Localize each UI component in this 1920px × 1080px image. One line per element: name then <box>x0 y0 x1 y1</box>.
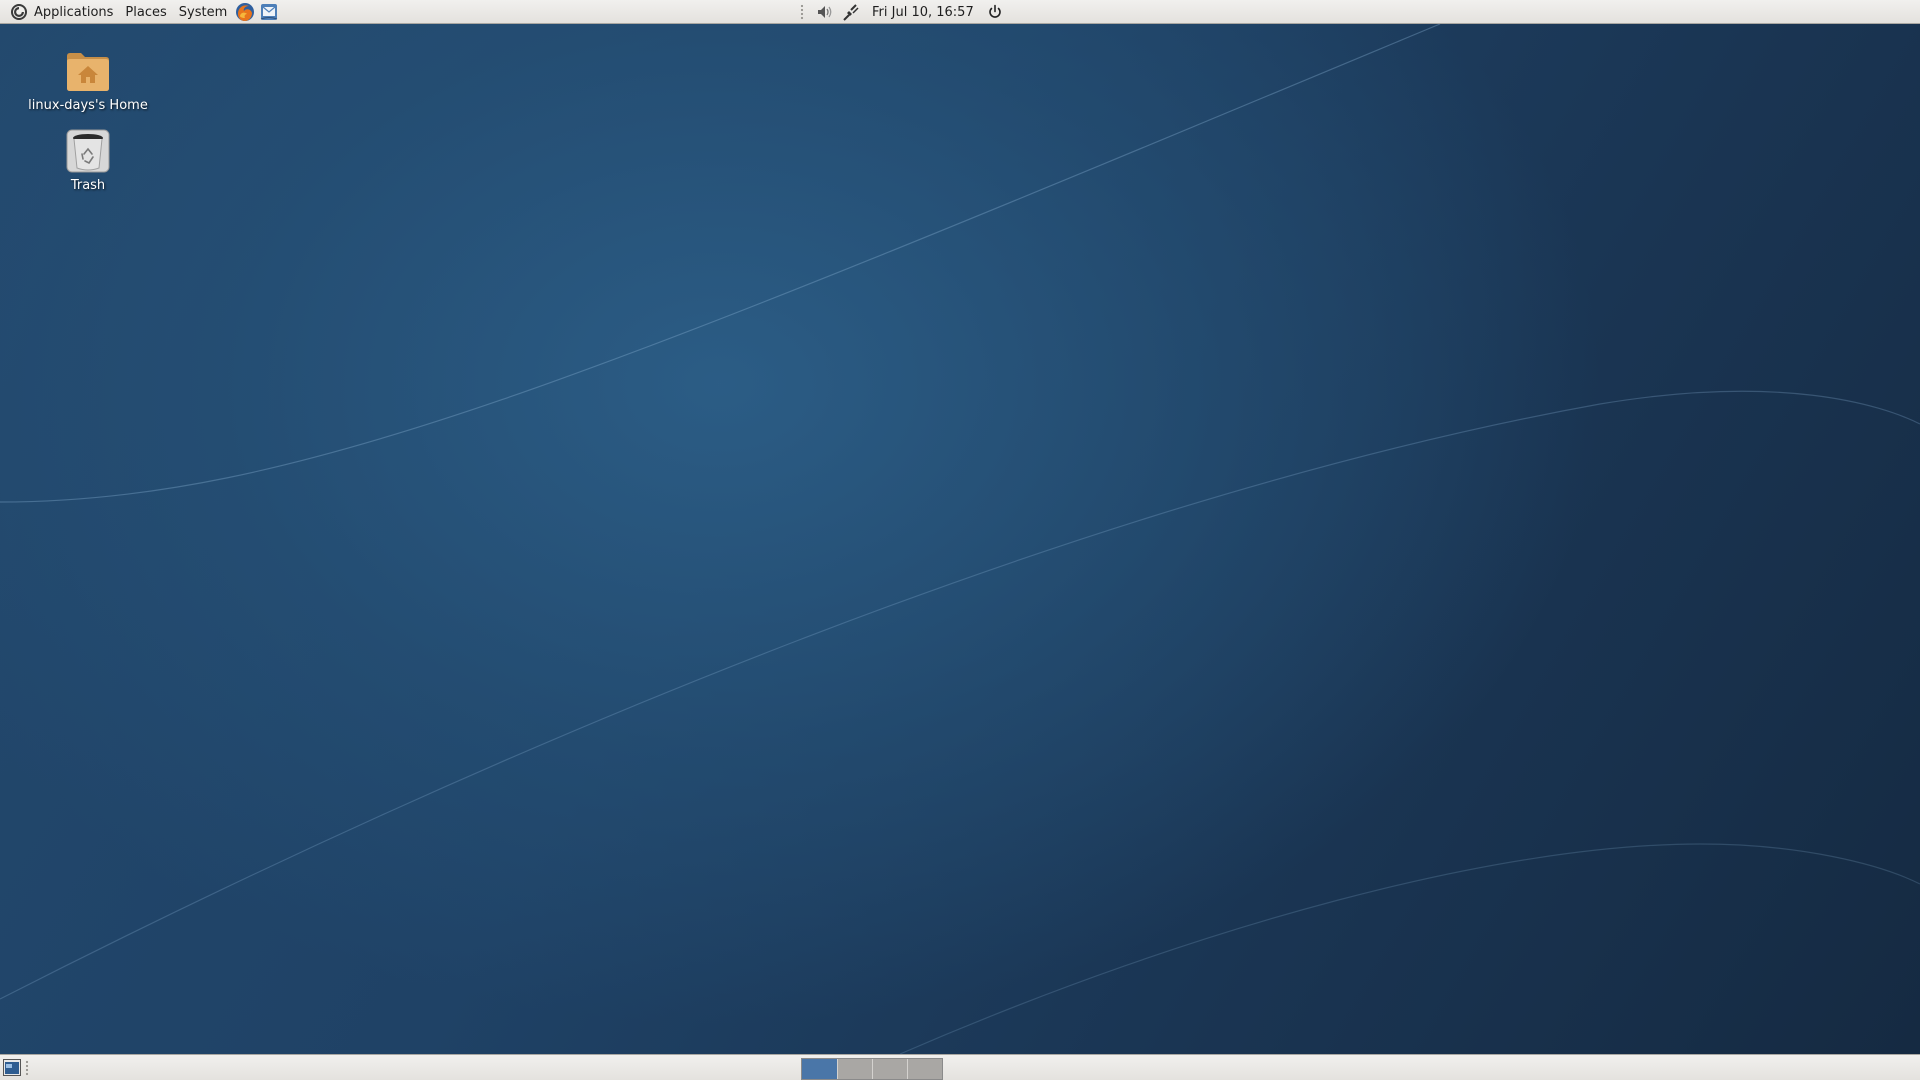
desktop-background[interactable]: linux-days's Home Trash <box>0 24 1920 1054</box>
workspace-2[interactable] <box>837 1059 872 1079</box>
mail-client-icon[interactable] <box>259 2 279 22</box>
firefox-icon[interactable] <box>235 2 255 22</box>
show-desktop-icon[interactable] <box>3 1059 21 1076</box>
desktop-icon-home-label: linux-days's Home <box>28 98 148 113</box>
applications-menu-label: Applications <box>34 4 114 20</box>
places-menu-label: Places <box>125 4 167 20</box>
places-menu[interactable]: Places <box>119 0 172 24</box>
bottom-panel <box>0 1054 1920 1080</box>
network-icon[interactable] <box>841 2 861 22</box>
panel-left-section: Applications Places System <box>4 0 281 24</box>
desktop-icon-home[interactable]: linux-days's Home <box>23 48 153 113</box>
panel-clock[interactable]: Fri Jul 10, 16:57 <box>872 5 974 20</box>
workspace-4[interactable] <box>907 1059 942 1079</box>
wallpaper-curves <box>0 24 1920 1054</box>
desktop-icon-trash-label: Trash <box>70 178 106 193</box>
system-menu[interactable]: System <box>173 0 233 24</box>
panel-center-section: Fri Jul 10, 16:57 <box>800 0 1008 24</box>
volume-icon[interactable] <box>815 2 835 22</box>
system-menu-label: System <box>178 4 228 20</box>
power-icon[interactable] <box>985 2 1005 22</box>
applications-menu[interactable]: Applications <box>4 0 119 24</box>
workspace-1[interactable] <box>802 1059 837 1079</box>
workspace-switcher <box>801 1058 943 1080</box>
top-panel: Applications Places System Fri Jul 10, 1… <box>0 0 1920 24</box>
trash-icon <box>66 129 110 173</box>
desktop-icon-trash[interactable]: Trash <box>23 128 153 193</box>
workspace-3[interactable] <box>872 1059 907 1079</box>
home-folder-icon <box>67 53 109 91</box>
bottom-panel-drag-handle[interactable] <box>25 1060 29 1076</box>
panel-drag-handle[interactable] <box>800 4 804 20</box>
distro-logo-icon <box>11 4 27 20</box>
